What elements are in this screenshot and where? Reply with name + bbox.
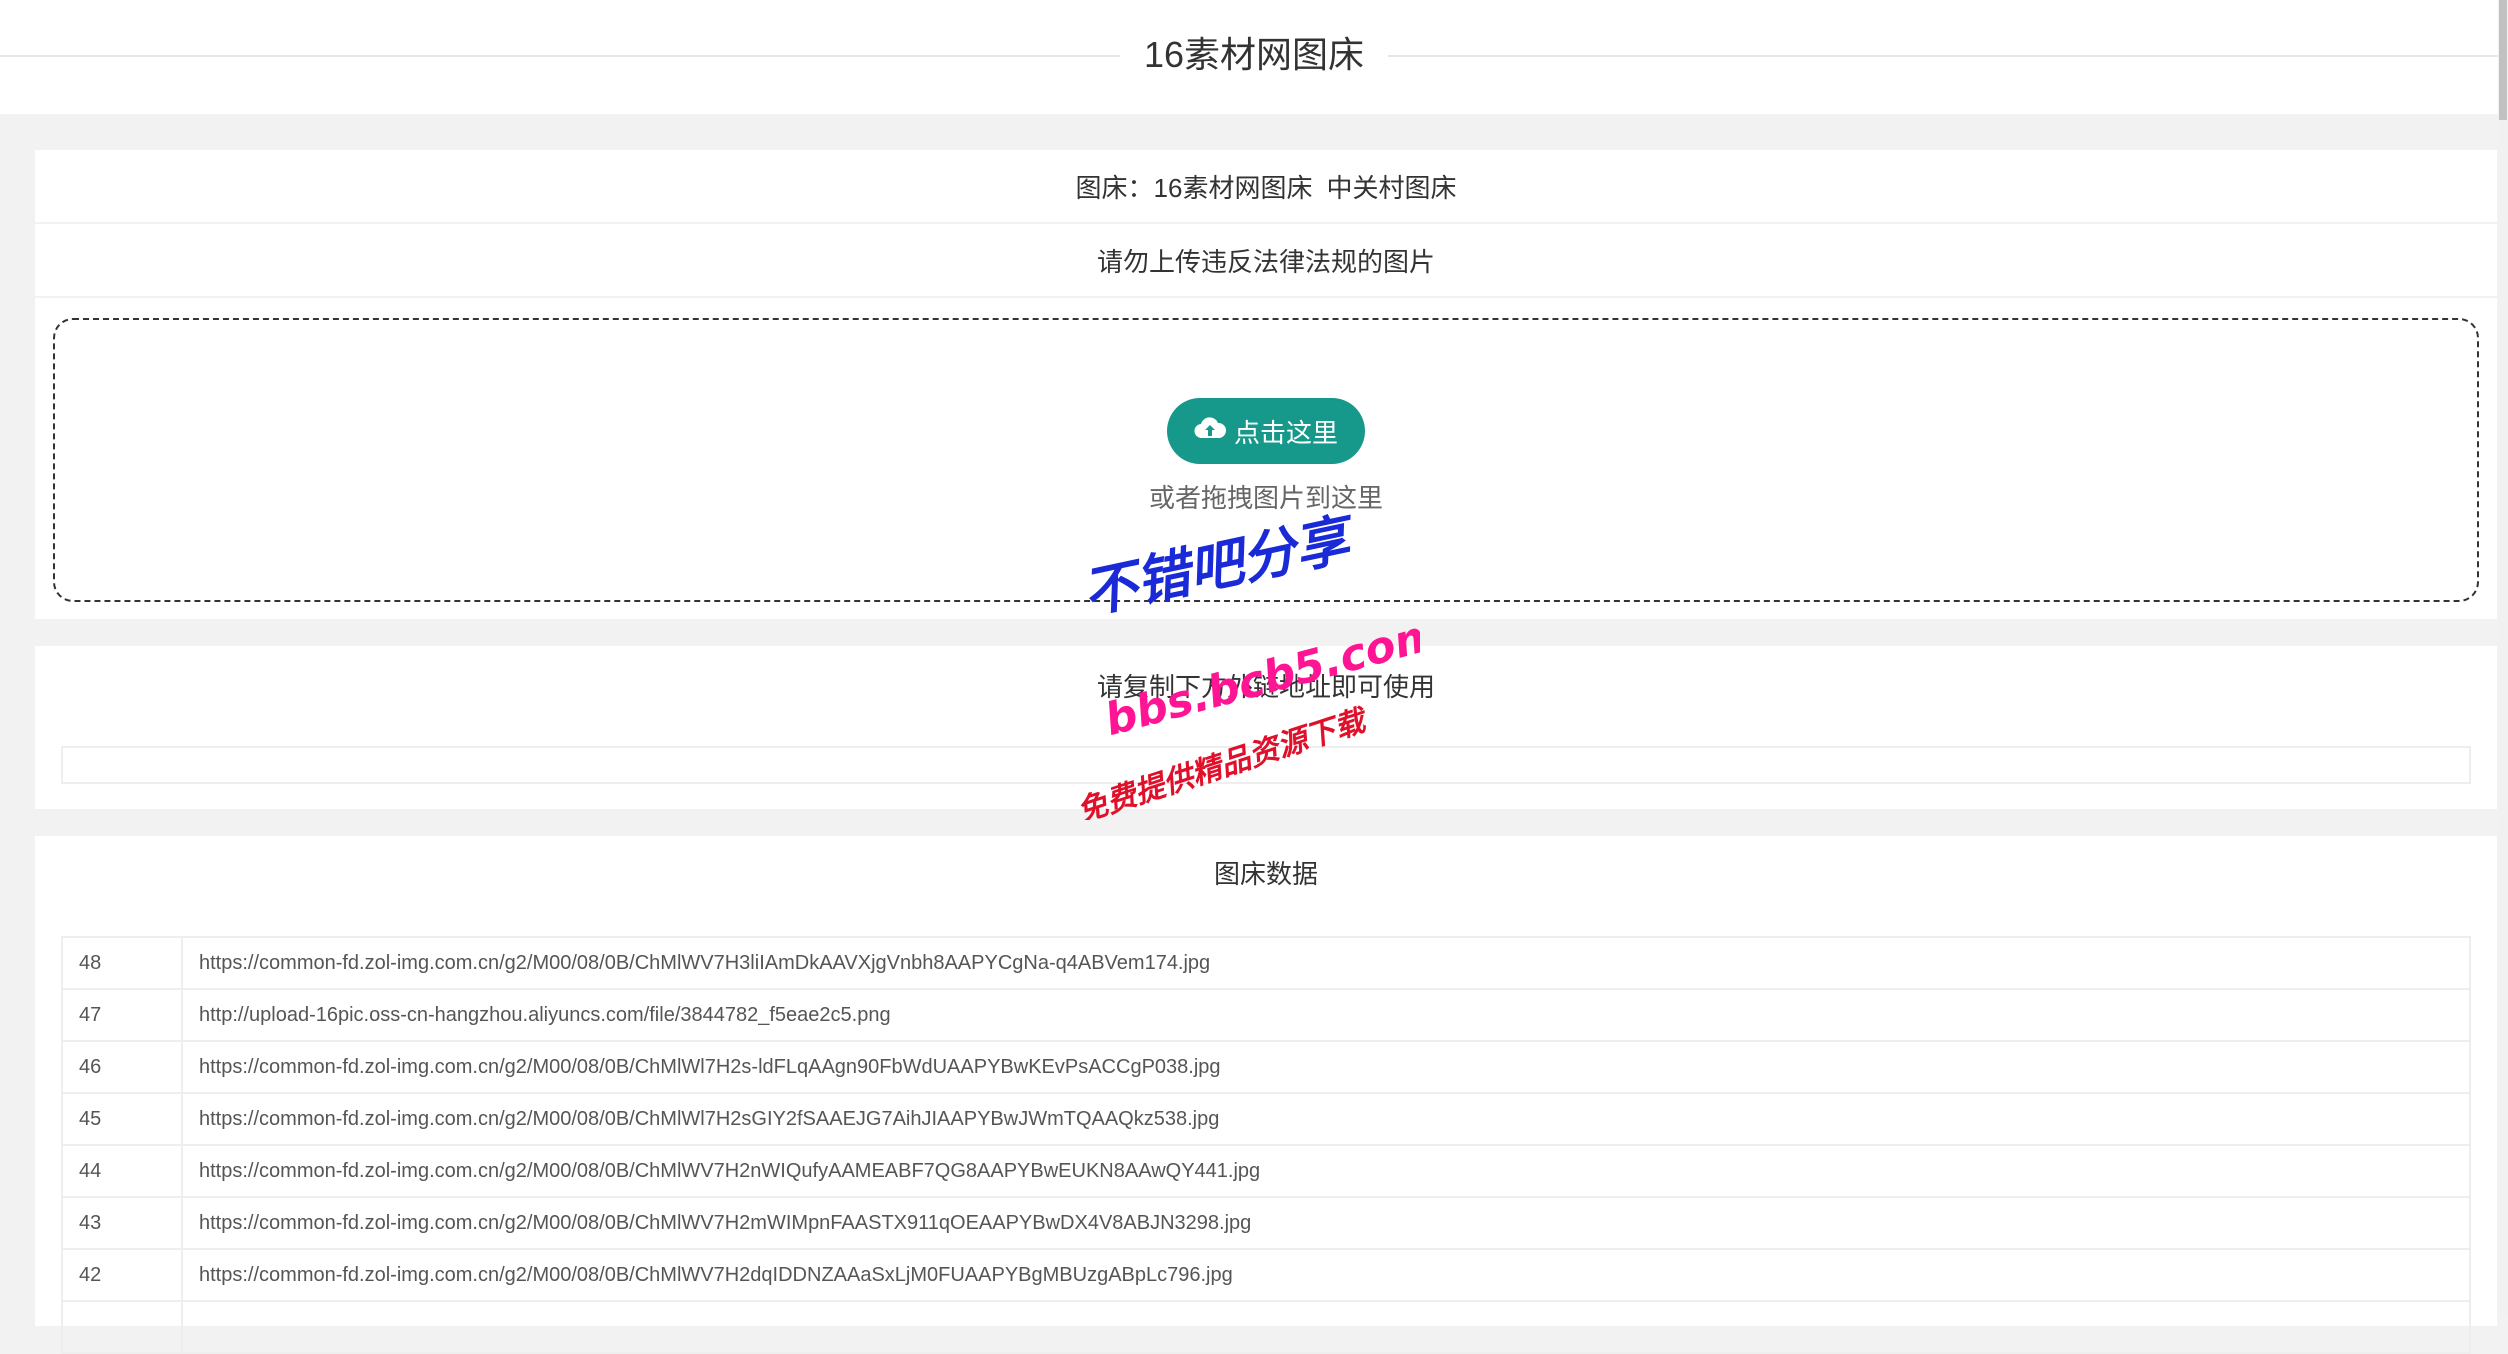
row-id: 48 [61, 936, 183, 990]
row-id [61, 1300, 183, 1354]
table-row: 47 http://upload-16pic.oss-cn-hangzhou.al… [61, 988, 2471, 1042]
link-card: 请复制下方外链地址即可使用 [35, 646, 2497, 809]
row-id: 47 [61, 988, 183, 1042]
table-row [61, 1300, 2471, 1354]
host-label: 图床： [1075, 172, 1154, 203]
row-url[interactable]: https://common-fd.zol-img.com.cn/g2/M00/… [181, 1144, 2471, 1198]
row-url[interactable]: https://common-fd.zol-img.com.cn/g2/M00/… [181, 1196, 2471, 1250]
upload-dropzone[interactable]: 点击这里 或者拖拽图片到这里 [53, 318, 2479, 602]
host-selector: 图床： 16素材网图床 中关村图床 [35, 150, 2497, 224]
row-id: 46 [61, 1040, 183, 1094]
host-option-zol[interactable]: 中关村图床 [1326, 168, 1456, 205]
data-title: 图床数据 [1213, 859, 1318, 889]
row-url[interactable]: https://common-fd.zol-img.com.cn/g2/M00/… [181, 1092, 2471, 1146]
drag-hint: 或者拖拽图片到这里 [1148, 483, 1383, 513]
row-id: 44 [61, 1144, 183, 1198]
row-url[interactable]: https://common-fd.zol-img.com.cn/g2/M00/… [181, 1248, 2471, 1302]
scrollbar-thumb[interactable] [2499, 0, 2507, 120]
upload-button[interactable]: 点击这里 [1167, 398, 1365, 464]
table-row: 43 https://common-fd.zol-img.com.cn/g2/M0… [61, 1196, 2471, 1250]
scrollbar[interactable] [2498, 0, 2508, 1316]
page-title: 16素材网图床 [1119, 30, 1389, 80]
row-url[interactable] [181, 1300, 2471, 1354]
legal-notice: 请勿上传违反法律法规的图片 [35, 224, 2497, 298]
row-url[interactable]: https://common-fd.zol-img.com.cn/g2/M00/… [181, 936, 2471, 990]
table-row: 45 https://common-fd.zol-img.com.cn/g2/M0… [61, 1092, 2471, 1146]
host-option-16pic[interactable]: 16素材网图床 [1154, 168, 1313, 205]
row-id: 42 [61, 1248, 183, 1302]
data-card: 图床数据 48 https://common-fd.zol-img.com.cn/… [35, 836, 2497, 1354]
table-row: 46 https://common-fd.zol-img.com.cn/g2/M0… [61, 1040, 2471, 1094]
image-data-table: 48 https://common-fd.zol-img.com.cn/g2/M0… [61, 936, 2471, 1354]
row-url[interactable]: https://common-fd.zol-img.com.cn/g2/M00/… [181, 1040, 2471, 1094]
upload-card: 图床： 16素材网图床 中关村图床 请勿上传违反法律法规的图片 点击这里 或者拖… [35, 150, 2497, 619]
row-id: 43 [61, 1196, 183, 1250]
row-id: 45 [61, 1092, 183, 1146]
cloud-upload-icon [1194, 416, 1226, 447]
link-tip: 请复制下方外链地址即可使用 [1096, 672, 1435, 702]
upload-button-label: 点击这里 [1233, 417, 1338, 448]
header: 16素材网图床 [0, 0, 2508, 114]
link-output-field[interactable] [61, 746, 2471, 784]
row-url[interactable]: http://upload-16pic.oss-cn-hangzhou.aliy… [181, 988, 2471, 1042]
table-row: 48 https://common-fd.zol-img.com.cn/g2/M0… [61, 936, 2471, 990]
table-row: 42 https://common-fd.zol-img.com.cn/g2/M0… [61, 1248, 2471, 1302]
table-row: 44 https://common-fd.zol-img.com.cn/g2/M0… [61, 1144, 2471, 1198]
